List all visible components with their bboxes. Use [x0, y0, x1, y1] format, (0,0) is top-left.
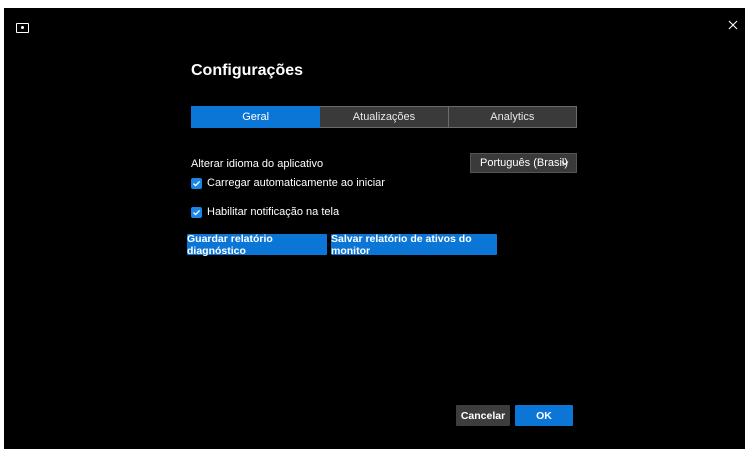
autostart-option: Carregar automaticamente ao iniciar	[191, 177, 385, 189]
checkmark-icon	[193, 180, 201, 187]
tab-analytics[interactable]: Analytics	[448, 106, 577, 128]
checkmark-icon	[193, 209, 201, 216]
language-value: Português (Brasil)	[480, 157, 569, 169]
notification-label: Habilitar notificação na tela	[207, 206, 340, 218]
cancel-button[interactable]: Cancelar	[456, 405, 510, 426]
ok-button[interactable]: OK	[515, 405, 573, 426]
save-asset-report-button[interactable]: Salvar relatório de ativos do monitor	[331, 233, 497, 257]
save-diagnostic-button[interactable]: Guardar relatório diagnóstico	[187, 233, 327, 257]
autostart-label: Carregar automaticamente ao iniciar	[207, 177, 385, 189]
chevron-down-icon	[561, 161, 569, 166]
notification-checkbox[interactable]	[191, 206, 202, 218]
tab-general[interactable]: Geral	[191, 106, 321, 128]
language-dropdown[interactable]: Português (Brasil)	[470, 153, 577, 173]
autostart-checkbox[interactable]	[191, 177, 202, 189]
notification-option: Habilitar notificação na tela	[191, 206, 339, 218]
settings-window: Configurações Geral Atualizações Analyti…	[4, 8, 745, 449]
language-label: Alterar idioma do aplicativo	[191, 158, 324, 170]
display-icon	[16, 23, 29, 33]
close-icon	[728, 20, 738, 30]
tab-bar: Geral Atualizações Analytics	[191, 106, 577, 128]
page-title: Configurações	[191, 62, 304, 79]
close-button[interactable]	[726, 18, 740, 32]
tab-updates[interactable]: Atualizações	[320, 106, 449, 128]
